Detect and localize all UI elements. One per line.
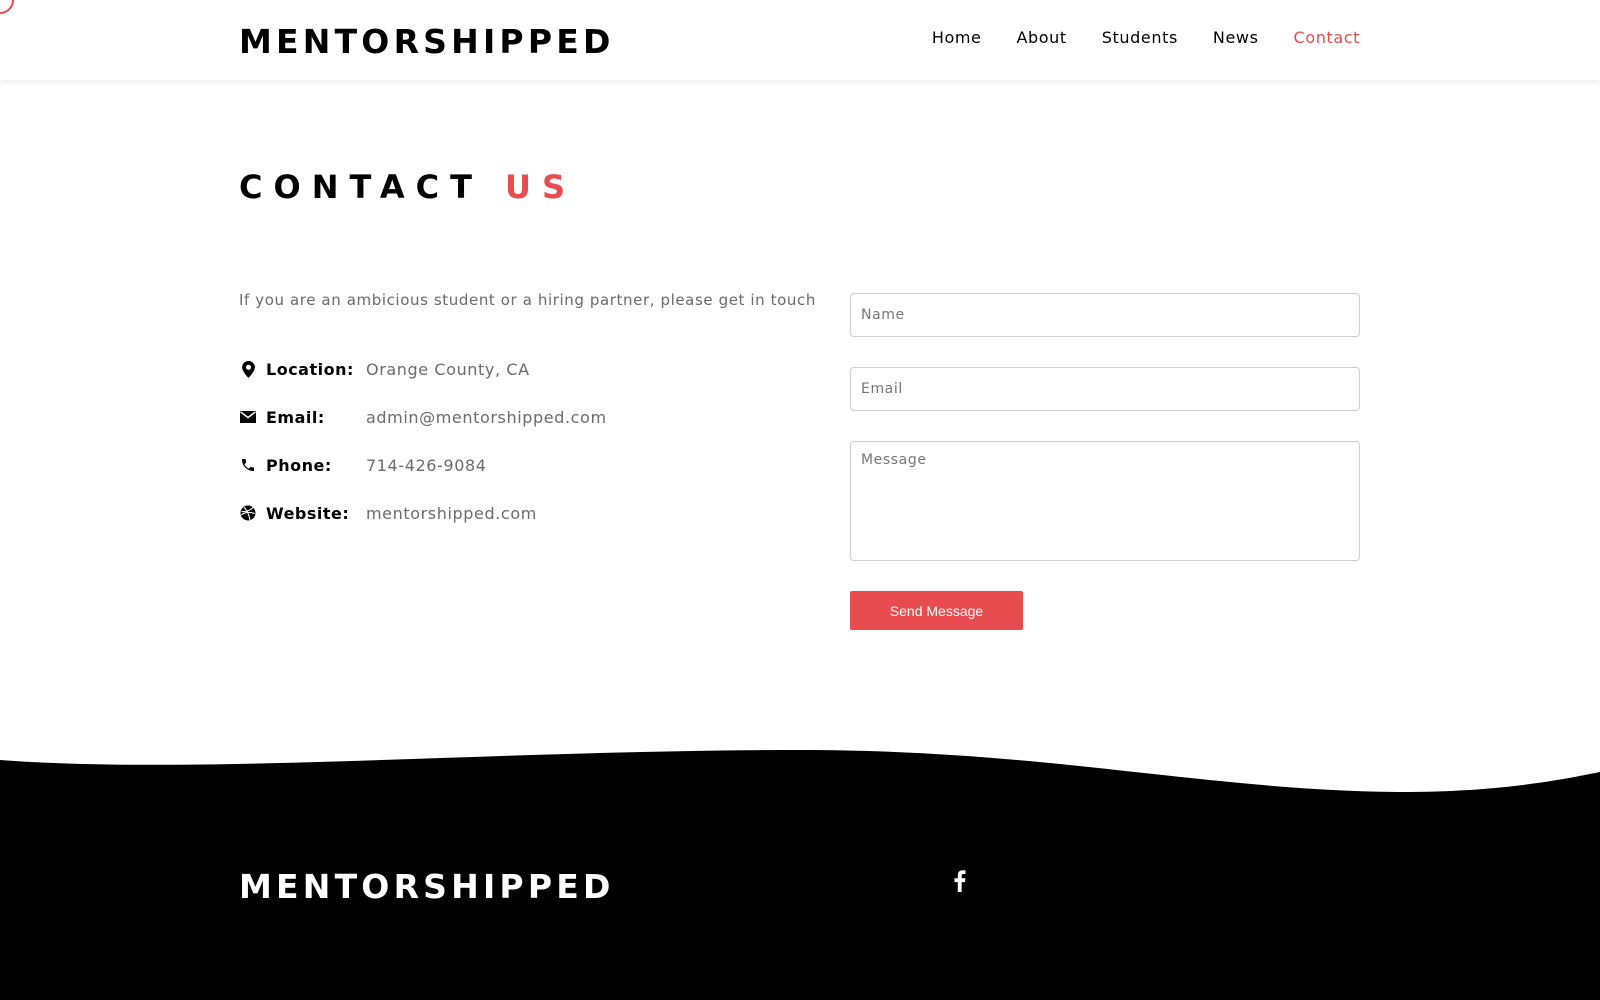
contact-info-list: Location: Orange County, CA Email: admin… [239,358,607,550]
info-value-email[interactable]: admin@mentorshipped.com [366,408,607,427]
nav-item-home[interactable]: Home [932,28,982,47]
circle-decoration-icon [0,0,14,14]
nav-item-about[interactable]: About [1016,28,1066,47]
main-nav: Home About Students News Contact [932,28,1360,47]
send-message-button[interactable]: Send Message [850,591,1023,630]
info-label: Website: [266,503,350,523]
info-label: Location: [266,359,354,379]
email-input[interactable] [850,367,1360,411]
nav-item-students[interactable]: Students [1102,28,1178,47]
info-value-website[interactable]: mentorshipped.com [366,504,537,523]
site-header: MENTORSHIPPED Home About Students News C… [0,0,1600,80]
info-row-website: Website: mentorshipped.com [239,502,607,524]
envelope-icon [239,408,257,426]
message-textarea[interactable] [850,441,1360,561]
dribbble-icon [239,504,257,522]
page-title: CONTACT US [239,168,576,206]
info-row-phone: Phone: 714-426-9084 [239,454,607,476]
nav-item-news[interactable]: News [1213,28,1259,47]
phone-icon [239,456,257,474]
page-title-part1: CONTACT [239,168,483,206]
contact-intro: If you are an ambicious student or a hir… [239,291,816,309]
facebook-icon[interactable] [952,870,968,892]
info-value-location: Orange County, CA [366,359,530,379]
nav-item-contact[interactable]: Contact [1294,28,1360,47]
site-logo[interactable]: MENTORSHIPPED [239,22,615,61]
contact-form: Send Message [850,293,1360,630]
info-value-phone[interactable]: 714-426-9084 [366,456,487,475]
info-label: Phone: [266,455,332,475]
info-label: Email: [266,407,325,427]
info-row-location: Location: Orange County, CA [239,358,607,380]
map-pin-icon [239,360,257,378]
name-input[interactable] [850,293,1360,337]
info-row-email: Email: admin@mentorshipped.com [239,406,607,428]
page-title-part2: US [505,168,577,206]
footer-logo[interactable]: MENTORSHIPPED [239,867,615,906]
